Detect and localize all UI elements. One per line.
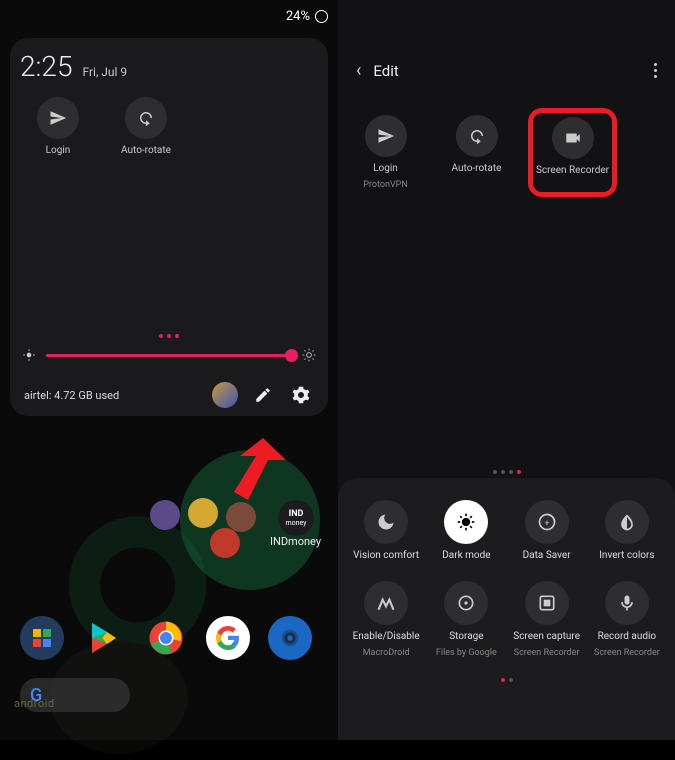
status-bar: 24%	[0, 0, 338, 33]
play-store-icon[interactable]	[82, 616, 126, 660]
edit-tile-login[interactable]: Login ProtonVPN	[348, 115, 423, 190]
gear-icon	[292, 386, 310, 404]
data-usage[interactable]: airtel: 4.72 GB used	[24, 389, 119, 402]
indmoney-label: INDmoney	[270, 535, 321, 548]
available-tiles-pager	[348, 678, 665, 682]
camera-icon[interactable]	[268, 616, 312, 660]
edit-title: Edit	[373, 62, 398, 80]
auto-brightness-icon[interactable]	[302, 348, 316, 362]
tile-sublabel: ProtonVPN	[363, 180, 408, 190]
tile-label: Login	[46, 145, 71, 156]
tile-sublabel: MacroDroid	[363, 648, 410, 658]
tile-storage[interactable]: Storage Files by Google	[428, 581, 504, 658]
svg-text:+: +	[544, 518, 549, 528]
tile-sublabel: Screen Recorder	[594, 648, 660, 658]
settings-button[interactable]	[288, 382, 314, 408]
google-icon[interactable]	[206, 616, 250, 660]
dark-mode-icon	[456, 512, 476, 532]
tile-label: Auto-rotate	[452, 163, 502, 174]
tile-label: Record audio	[598, 631, 657, 642]
tile-label: Dark mode	[442, 550, 490, 561]
tile-screen-capture[interactable]: Screen capture Screen Recorder	[509, 581, 585, 658]
dock-app-1[interactable]	[20, 616, 64, 660]
tile-label: Data Saver	[523, 550, 571, 561]
quick-settings-panel: 2:25 Fri, Jul 9 Login Auto-rotate	[10, 38, 328, 416]
battery-icon	[315, 10, 328, 23]
back-button[interactable]: ‹	[356, 60, 361, 81]
annotation-arrow-icon	[218, 438, 288, 508]
data-saver-icon: +	[537, 512, 557, 532]
tile-vision-comfort[interactable]: Vision comfort	[348, 500, 424, 561]
clock-date: Fri, Jul 9	[82, 65, 127, 79]
battery-percent: 24%	[286, 9, 310, 24]
overflow-menu-button[interactable]	[654, 63, 657, 78]
clock-row: 2:25 Fri, Jul 9	[20, 50, 318, 83]
tile-label: Screen Recorder	[536, 165, 609, 176]
tile-data-saver[interactable]: + Data Saver	[509, 500, 585, 561]
tile-label: Invert colors	[599, 550, 654, 561]
user-avatar-button[interactable]	[212, 382, 238, 408]
tile-label: Enable/Disable	[353, 631, 420, 642]
slider-thumb[interactable]	[285, 349, 298, 362]
page-indicator	[20, 334, 318, 338]
brightness-slider[interactable]	[46, 354, 292, 357]
invert-colors-icon	[617, 512, 637, 532]
moon-icon	[376, 512, 396, 532]
tile-record-audio[interactable]: Record audio Screen Recorder	[589, 581, 665, 658]
rotate-icon	[137, 109, 155, 127]
macrodroid-icon	[376, 593, 396, 613]
pencil-icon	[254, 386, 272, 404]
chrome-icon[interactable]	[144, 616, 188, 660]
send-icon	[49, 109, 67, 127]
tile-label: Screen capture	[513, 631, 580, 642]
send-icon	[377, 127, 395, 145]
tile-macrodroid[interactable]: Enable/Disable MacroDroid	[348, 581, 424, 658]
edit-tiles-button[interactable]	[250, 382, 276, 408]
brightness-low-icon	[22, 348, 36, 362]
available-tiles-sheet: Vision comfort Dark mode + Data Saver In…	[338, 478, 675, 740]
annotation-highlight-box: Screen Recorder	[528, 108, 617, 197]
video-camera-icon	[564, 129, 582, 147]
home-dock	[20, 616, 312, 660]
screenshot-icon	[537, 593, 557, 613]
clock-time: 2:25	[20, 50, 72, 83]
tile-label: Auto-rotate	[121, 145, 171, 156]
storage-icon	[456, 593, 476, 613]
qs-footer: airtel: 4.72 GB used	[20, 382, 318, 408]
quick-settings-pane: 24% 2:25 Fri, Jul 9 Login Auto-rotate	[0, 0, 338, 740]
tile-label: Vision comfort	[353, 550, 419, 561]
qs-tile-auto-rotate[interactable]: Auto-rotate	[116, 97, 176, 156]
qs-tile-login[interactable]: Login	[28, 97, 88, 156]
watermark-text: android	[14, 697, 55, 710]
edit-tile-screen-recorder[interactable]: Screen Recorder	[535, 117, 610, 176]
microphone-icon	[617, 593, 637, 613]
edit-tiles-pane: ‹ Edit Login ProtonVPN Auto-rotate	[338, 0, 675, 740]
edit-pager	[338, 470, 675, 474]
brightness-slider-row	[20, 348, 318, 362]
rotate-icon	[468, 127, 486, 145]
edit-tile-auto-rotate[interactable]: Auto-rotate	[439, 115, 514, 190]
tile-invert-colors[interactable]: Invert colors	[589, 500, 665, 561]
tile-label: Storage	[449, 631, 483, 642]
tile-sublabel: Files by Google	[436, 648, 497, 658]
tile-sublabel: Screen Recorder	[514, 648, 580, 658]
tile-label: Login	[373, 163, 398, 174]
tile-dark-mode[interactable]: Dark mode	[428, 500, 504, 561]
